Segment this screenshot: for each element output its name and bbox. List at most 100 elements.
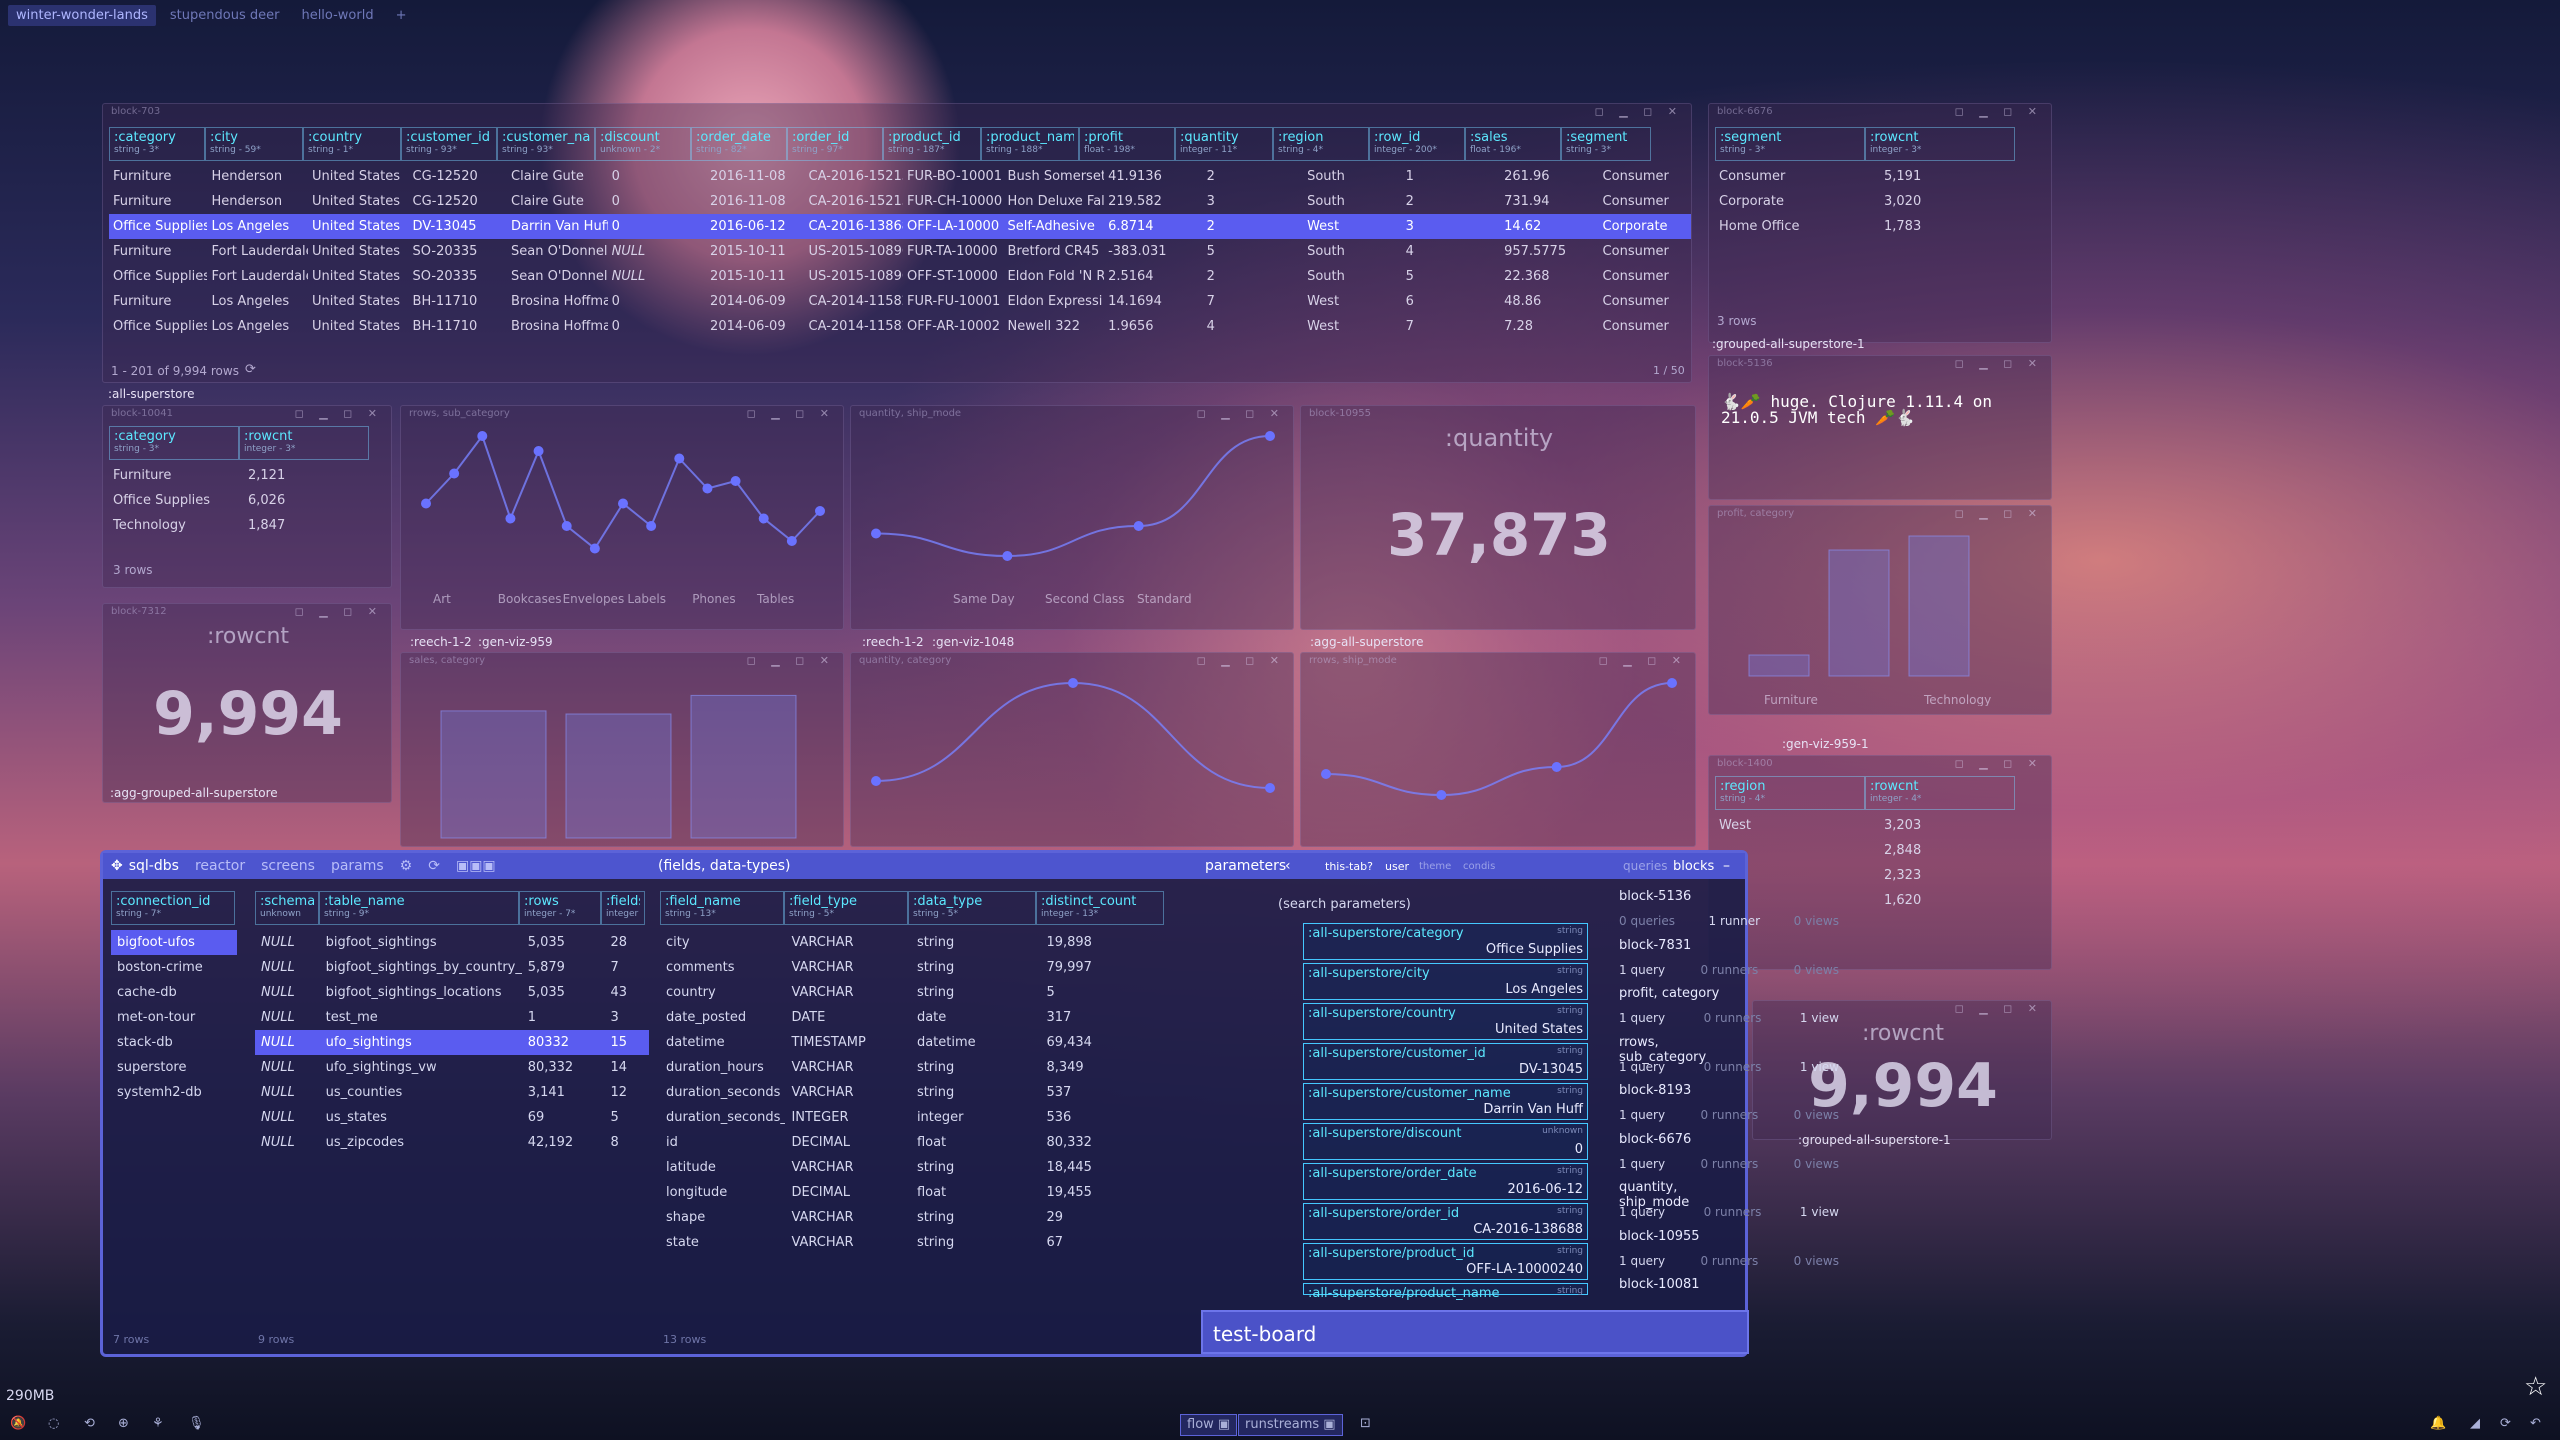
data-point[interactable]	[758, 513, 769, 524]
tree-icon[interactable]: ⚘	[152, 1416, 164, 1431]
table-row[interactable]: shape VARCHAR string 29	[660, 1205, 1170, 1230]
parameter-item[interactable]: :all-superstore/discount unknown 0	[1303, 1123, 1588, 1160]
tab-stupendous-deer[interactable]: stupendous deer	[162, 5, 288, 26]
window-controls[interactable]: ◻ ▁ ◻ ✕	[295, 605, 383, 618]
table-row[interactable]: NULL us_zipcodes 42,192 8	[255, 1130, 649, 1155]
column-header[interactable]: :rowcnt integer - 4*	[1865, 776, 2015, 810]
data-point[interactable]	[1551, 762, 1562, 772]
line-chart-subcategory-panel[interactable]: rrows, sub_category ◻ ▁ ◻ ✕ Art Bookcases…	[400, 405, 844, 630]
undo-icon[interactable]: ↶	[2530, 1416, 2541, 1431]
sales-category-bar-panel[interactable]: sales, category ◻ ▁ ◻ ✕	[400, 652, 844, 847]
window-controls[interactable]: ◻ ▁ ◻ ✕	[1955, 357, 2043, 370]
window-controls[interactable]: ◻ ▁ ◻ ✕	[747, 654, 835, 667]
quantity-kpi-panel[interactable]: block-10955 :quantity 37,873	[1300, 405, 1696, 630]
parameter-item[interactable]: :all-superstore/order_id string CA-2016-13…	[1303, 1203, 1588, 1240]
tab-winter-wonder-lands[interactable]: winter-wonder-lands	[8, 4, 156, 26]
table-row[interactable]: 1,620	[1715, 888, 2045, 913]
column-header[interactable]: :distinct_count integer - 13*	[1036, 891, 1164, 925]
region-table-panel[interactable]: block-1400 ◻ ▁ ◻ ✕ :region string - 4*:ro…	[1708, 755, 2052, 970]
table-row[interactable]: Furniture Henderson United States CG-12520 C…	[109, 189, 1691, 214]
data-point[interactable]	[589, 543, 600, 554]
search-parameters[interactable]: (search parameters)	[1278, 897, 1411, 912]
column-header[interactable]: :region string - 4*	[1273, 127, 1369, 161]
chevron-left-icon[interactable]: ‹	[1285, 858, 1291, 874]
superstore-table[interactable]: Furniture Henderson United States CG-12520 C…	[109, 164, 1691, 339]
block-name[interactable]: block-8193	[1619, 1083, 1691, 1098]
table-row[interactable]: NULL us_states 69 5	[255, 1105, 649, 1130]
params-label[interactable]: parameters	[1205, 858, 1286, 874]
condis-toggle[interactable]: condis	[1463, 861, 1495, 872]
column-header[interactable]: :rows integer - 7*	[519, 891, 601, 925]
column-header[interactable]: :region string - 4*	[1715, 776, 1865, 810]
column-header[interactable]: :city string - 59*	[205, 127, 303, 161]
table-row[interactable]: Office Supplies Fort Lauderdale United Sta…	[109, 264, 1691, 289]
data-point[interactable]	[871, 776, 881, 786]
column-header[interactable]: :category string - 3*	[109, 426, 239, 460]
table-row[interactable]: Technology 1,847	[109, 513, 379, 538]
rowcnt-kpi-panel[interactable]: block-7312 ◻ ▁ ◻ ✕ :rowcnt 9,994	[102, 603, 392, 803]
data-point[interactable]	[1265, 783, 1275, 793]
blocks-tab[interactable]: blocks	[1673, 859, 1714, 874]
table-row[interactable]: duration_seconds VARCHAR string 537	[660, 1080, 1170, 1105]
line-chart-shipmode-panel[interactable]: quantity, ship_mode ◻ ▁ ◻ ✕ Same Day Seco…	[850, 405, 1294, 630]
tables-list[interactable]: NULL bigfoot_sightings 5,035 28 NULL bigfoot_…	[255, 930, 649, 1155]
parameter-item[interactable]: :all-superstore/customer_id string DV-1304…	[1303, 1043, 1588, 1080]
signal-icon[interactable]: ◢	[2470, 1416, 2480, 1431]
superstore-table-panel[interactable]: block-703 ◻ ▁ ◻ ✕ :category string - 3*:c…	[102, 103, 1692, 383]
bar[interactable]	[690, 694, 797, 839]
microphone-icon[interactable]: 🎙	[188, 1416, 205, 1431]
column-header[interactable]: :fieldsinteger - 9*	[601, 891, 645, 925]
window-controls[interactable]: ◻ ▁ ◻ ✕	[1197, 654, 1285, 667]
table-row[interactable]: West 3,203	[1715, 813, 2045, 838]
connection-item[interactable]: systemh2-db	[111, 1080, 237, 1105]
table-row[interactable]: Office Supplies Los Angeles United States D…	[109, 214, 1691, 239]
table-row[interactable]: Furniture Fort Lauderdale United States SO-…	[109, 239, 1691, 264]
bar[interactable]	[1828, 549, 1890, 677]
this-tab-toggle[interactable]: this-tab?	[1325, 860, 1373, 873]
window-controls[interactable]: ◻ ▁ ◻ ✕	[1599, 654, 1687, 667]
column-header[interactable]: :product_nam string - 188*	[981, 127, 1079, 161]
column-header[interactable]: :discount unknown - 2*	[595, 127, 691, 161]
settings-icon[interactable]: ⚙	[400, 858, 413, 874]
segment-table[interactable]: Consumer 5,191 Corporate 3,020 Home Office 1,…	[1715, 164, 2045, 239]
table-row[interactable]: city VARCHAR string 19,898	[660, 930, 1170, 955]
window-controls[interactable]: ◻ ▁ ◻ ✕	[747, 407, 835, 420]
theme-toggle[interactable]: theme	[1419, 861, 1451, 872]
data-point[interactable]	[1133, 521, 1144, 531]
table-row[interactable]: longitude DECIMAL float 19,455	[660, 1180, 1170, 1205]
table-row[interactable]: Furniture Los Angeles United States BH-1171…	[109, 289, 1691, 314]
parameter-item[interactable]: :all-superstore/city string Los Angeles	[1303, 963, 1588, 1000]
table-row[interactable]: NULL bigfoot_sightings 5,035 28	[255, 930, 649, 955]
table-row[interactable]: NULL bigfoot_sightings_locations 5,035 43	[255, 980, 649, 1005]
table-row[interactable]: duration_seconds_i INTEGER integer 536	[660, 1105, 1170, 1130]
table-row[interactable]: Corporate 3,020	[1715, 189, 2045, 214]
column-header[interactable]: :segment string - 3*	[1715, 127, 1865, 161]
data-point[interactable]	[1265, 431, 1275, 441]
bar[interactable]	[1748, 654, 1810, 677]
parameter-item[interactable]: :all-superstore/product_name string	[1303, 1283, 1588, 1301]
table-row[interactable]: country VARCHAR string 5	[660, 980, 1170, 1005]
table-row[interactable]: latitude VARCHAR string 18,445	[660, 1155, 1170, 1180]
data-point[interactable]	[561, 521, 572, 531]
clojure-info-panel[interactable]: block-5136 ◻ ▁ ◻ ✕ 🐇🥕 huge. Clojure 1.11…	[1708, 355, 2052, 500]
column-header[interactable]: :row_id integer - 200*	[1369, 127, 1465, 161]
tab-hello-world[interactable]: hello-world	[293, 5, 381, 26]
sync-icon[interactable]: ⟲	[84, 1416, 95, 1431]
bar[interactable]	[565, 713, 672, 839]
data-point[interactable]	[1667, 678, 1677, 688]
table-row[interactable]: Consumer 5,191	[1715, 164, 2045, 189]
column-header[interactable]: :table_name string - 9*	[319, 891, 519, 925]
table-row[interactable]: Office Supplies 6,026	[109, 488, 379, 513]
column-header[interactable]: :country string - 1*	[303, 127, 401, 161]
refresh-icon[interactable]: ⟳	[2500, 1416, 2511, 1431]
table-row[interactable]: NULL us_counties 3,141 12	[255, 1080, 649, 1105]
fields-list[interactable]: city VARCHAR string 19,898 comments VARCHAR st…	[660, 930, 1170, 1255]
block-name[interactable]: block-7831	[1619, 938, 1691, 953]
data-point[interactable]	[702, 483, 713, 494]
data-point[interactable]	[1002, 551, 1013, 561]
column-header[interactable]: :customer_id string - 93*	[401, 127, 497, 161]
data-point[interactable]	[505, 513, 516, 524]
column-header[interactable]: :profit float - 198*	[1079, 127, 1175, 161]
window-controls[interactable]: ◻ ▁ ◻ ✕	[1955, 105, 2043, 118]
board-name-input[interactable]: test-board	[1201, 1310, 1749, 1354]
